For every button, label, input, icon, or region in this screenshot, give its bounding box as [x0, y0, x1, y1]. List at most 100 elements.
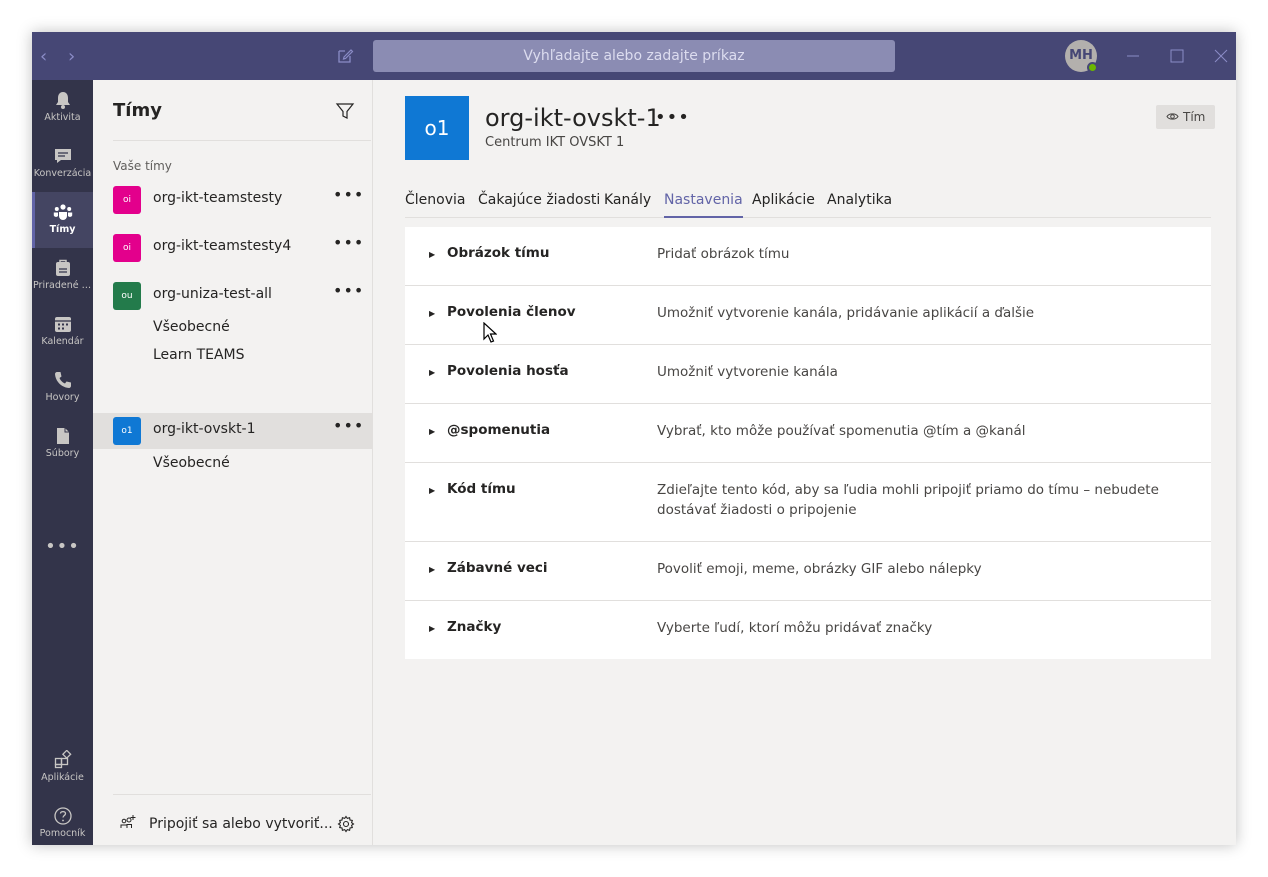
team-logo: o1	[405, 96, 469, 160]
team-item[interactable]: ou org-uniza-test-all •••	[93, 278, 373, 314]
back-arrow-icon[interactable]: ‹	[40, 46, 47, 67]
compose-icon[interactable]	[336, 47, 354, 65]
tab-pending-requests[interactable]: Čakajúce žiadosti	[478, 192, 600, 218]
app-bar-item-chat[interactable]: Konverzácia	[32, 136, 93, 192]
app-bar-item-activity[interactable]: Aktivita	[32, 80, 93, 136]
settings-row-mentions[interactable]: ▶ @spomenutia Vybrať, kto môže používať …	[405, 404, 1211, 463]
team-avatar: o1	[113, 417, 141, 445]
join-or-create-team-link[interactable]: Pripojiť sa alebo vytvoriť...	[149, 816, 333, 832]
app-bar-item-assignments[interactable]: Priradené ú...	[32, 248, 93, 304]
team-description: Centrum IKT OVSKT 1	[485, 135, 625, 150]
teams-icon	[53, 204, 72, 220]
join-or-create-team-icon[interactable]	[119, 814, 137, 832]
app-bar-label: Pomocník	[39, 828, 86, 839]
your-teams-heading: Vaše tímy	[113, 159, 172, 173]
maximize-icon[interactable]	[1166, 45, 1188, 67]
team-name: org-ikt-teamstesty	[153, 190, 283, 206]
team-visibility-badge[interactable]: Tím	[1156, 105, 1216, 129]
chat-icon	[54, 149, 71, 163]
gear-icon[interactable]	[337, 815, 355, 833]
search-input[interactable]: Vyhľadajte alebo zadajte príkaz	[373, 40, 895, 72]
apps-icon	[54, 750, 72, 769]
tab-members[interactable]: Členovia	[405, 192, 465, 218]
settings-row-tags[interactable]: ▶ Značky Vyberte ľudí, ktorí môžu pridáv…	[405, 601, 1211, 659]
app-bar-label: Priradené ú...	[33, 280, 93, 291]
settings-row-team-picture[interactable]: ▶ Obrázok tímu Pridať obrázok tímu	[405, 227, 1211, 286]
title-bar: ‹ › Vyhľadajte alebo zadajte príkaz MH	[32, 32, 1236, 80]
expand-caret-icon[interactable]: ▶	[429, 427, 435, 436]
settings-row-team-code[interactable]: ▶ Kód tímu Zdieľajte tento kód, aby sa ľ…	[405, 463, 1211, 542]
app-bar-label: Aplikácie	[41, 772, 84, 783]
phone-icon	[54, 372, 71, 388]
setting-name: Kód tímu	[447, 481, 516, 497]
team-name: org-ikt-teamstesty4	[153, 238, 292, 254]
setting-description: Povoliť emoji, meme, obrázky GIF alebo n…	[657, 561, 982, 577]
more-options-icon[interactable]: •••	[333, 281, 364, 300]
files-icon	[56, 428, 69, 444]
settings-row-fun-stuff[interactable]: ▶ Zábavné veci Povoliť emoji, meme, obrá…	[405, 542, 1211, 601]
assignments-icon	[55, 259, 70, 276]
app-bar-item-files[interactable]: Súbory	[32, 416, 93, 472]
tab-apps[interactable]: Aplikácie	[752, 192, 815, 218]
more-options-icon[interactable]: •••	[333, 233, 364, 252]
teams-window: ‹ › Vyhľadajte alebo zadajte príkaz MH A…	[32, 32, 1236, 845]
forward-arrow-icon[interactable]: ›	[68, 46, 75, 67]
bell-icon	[55, 92, 70, 109]
app-bar-item-help[interactable]: Pomocník	[32, 796, 93, 845]
setting-name: Povolenia hosťa	[447, 363, 569, 379]
expand-caret-icon[interactable]: ▶	[429, 624, 435, 633]
filter-icon[interactable]	[335, 101, 355, 121]
team-visibility-label: Tím	[1183, 110, 1206, 124]
expand-caret-icon[interactable]: ▶	[429, 565, 435, 574]
setting-name: Obrázok tímu	[447, 245, 550, 261]
app-bar-item-teams[interactable]: Tímy	[32, 192, 93, 248]
settings-list: ▶ Obrázok tímu Pridať obrázok tímu ▶ Pov…	[405, 227, 1211, 659]
team-avatar: oi	[113, 234, 141, 262]
more-options-icon[interactable]: •••	[333, 416, 364, 435]
team-tabs: Členovia Čakajúce žiadosti Kanály Nastav…	[405, 192, 1211, 218]
channel-item[interactable]: Všeobecné	[153, 319, 230, 335]
app-bar-label: Tímy	[49, 224, 76, 235]
team-item-selected[interactable]: o1 org-ikt-ovskt-1 •••	[93, 413, 373, 449]
expand-caret-icon[interactable]: ▶	[429, 250, 435, 259]
app-bar-label: Hovory	[45, 392, 80, 403]
close-icon[interactable]	[1210, 45, 1232, 67]
tab-analytics[interactable]: Analytika	[827, 192, 892, 218]
channel-item[interactable]: Learn TEAMS	[153, 347, 245, 363]
team-item[interactable]: oi org-ikt-teamstesty4 •••	[93, 230, 373, 266]
tab-settings[interactable]: Nastavenia	[664, 192, 743, 218]
expand-caret-icon[interactable]: ▶	[429, 368, 435, 377]
settings-row-guest-permissions[interactable]: ▶ Povolenia hosťa Umožniť vytvorenie kan…	[405, 345, 1211, 404]
mouse-cursor-icon	[483, 322, 497, 343]
eye-icon	[1166, 113, 1179, 120]
app-bar-item-calendar[interactable]: Kalendár	[32, 304, 93, 360]
teams-panel-title: Tímy	[113, 100, 162, 121]
expand-caret-icon[interactable]: ▶	[429, 486, 435, 495]
more-options-icon[interactable]: •••	[333, 185, 364, 204]
app-bar-label: Kalendár	[41, 336, 84, 347]
app-bar-item-apps[interactable]: Aplikácie	[32, 740, 93, 796]
user-avatar[interactable]: MH	[1065, 40, 1098, 73]
team-name: org-uniza-test-all	[153, 286, 272, 302]
team-item[interactable]: oi org-ikt-teamstesty •••	[93, 182, 373, 218]
app-bar-label: Súbory	[45, 448, 80, 459]
tab-channels[interactable]: Kanály	[604, 192, 651, 218]
team-avatar: oi	[113, 186, 141, 214]
setting-name: Povolenia členov	[447, 304, 576, 320]
setting-description: Zdieľajte tento kód, aby sa ľudia mohli …	[657, 482, 1159, 518]
minimize-icon[interactable]	[1122, 45, 1144, 67]
setting-description: Umožniť vytvorenie kanála	[657, 364, 838, 380]
team-more-options-icon[interactable]: •••	[655, 107, 690, 128]
expand-caret-icon[interactable]: ▶	[429, 309, 435, 318]
app-bar-label: Aktivita	[44, 112, 81, 123]
setting-name: Značky	[447, 619, 502, 635]
presence-available-icon	[1087, 62, 1098, 73]
app-bar: Aktivita Konverzácia Tímy Priradené ú...…	[32, 80, 93, 845]
divider	[113, 140, 371, 141]
app-bar-item-calls[interactable]: Hovory	[32, 360, 93, 416]
more-apps-icon[interactable]: •••	[32, 536, 93, 557]
team-title: org-ikt-ovskt-1	[485, 104, 661, 132]
divider	[113, 794, 371, 795]
channel-item[interactable]: Všeobecné	[153, 455, 230, 471]
settings-row-member-permissions[interactable]: ▶ Povolenia členov Umožniť vytvorenie ka…	[405, 286, 1211, 345]
